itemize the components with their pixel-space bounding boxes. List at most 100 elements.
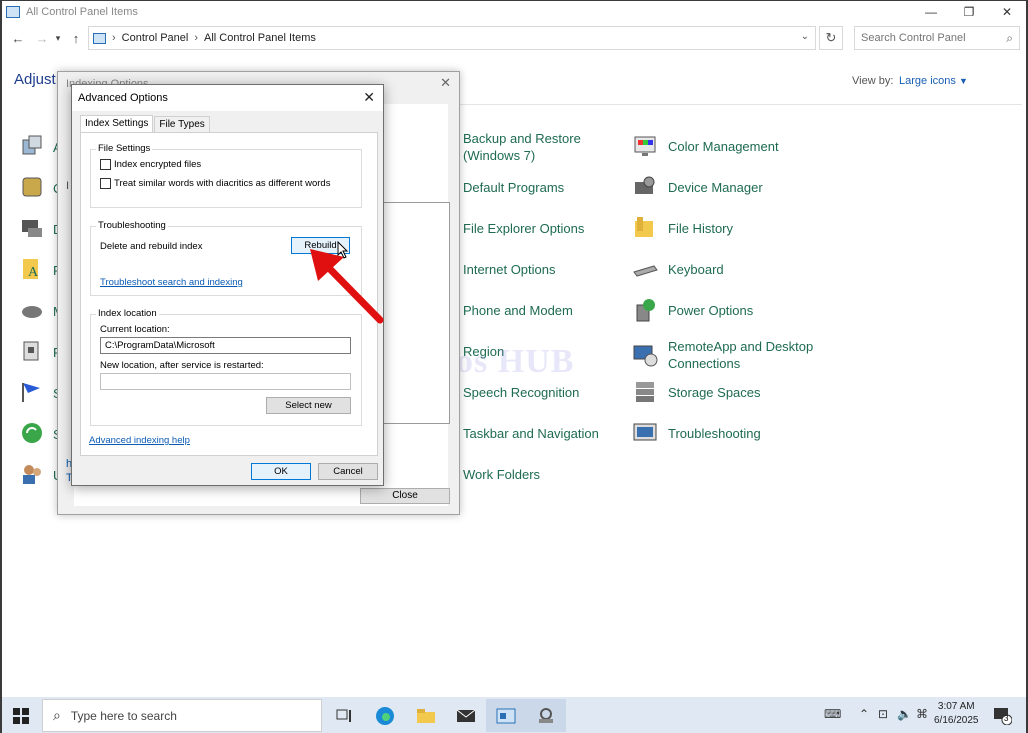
control-panel-taskbar-icon[interactable]: [486, 699, 526, 732]
edge-browser-icon[interactable]: [365, 699, 405, 732]
troubleshoot-search-link[interactable]: Troubleshoot search and indexing: [100, 277, 243, 288]
view-by-dropdown[interactable]: Large icons ▼: [899, 75, 968, 87]
new-location-field: [100, 373, 351, 390]
ok-button[interactable]: OK: [251, 463, 311, 480]
chevron-up-icon[interactable]: ⌃: [859, 707, 869, 721]
file-settings-group: File Settings Index encrypted files Trea…: [90, 143, 362, 208]
checkbox-label: Treat similar words with diacritics as d…: [114, 178, 331, 189]
header-divider: [458, 104, 1022, 105]
item-storage-spaces[interactable]: Storage Spaces: [632, 379, 761, 405]
breadcrumb-separator-icon[interactable]: ›: [194, 32, 198, 44]
file-settings-legend: File Settings: [96, 143, 153, 154]
item-speech-recognition[interactable]: Speech Recognition: [463, 384, 579, 401]
tab-file-types[interactable]: File Types: [154, 116, 210, 132]
breadcrumb-all-items[interactable]: All Control Panel Items: [204, 32, 316, 44]
item-phone-modem[interactable]: Phone and Modem: [463, 302, 573, 319]
security-flag-icon[interactable]: [20, 380, 44, 404]
item-internet-options[interactable]: Internet Options: [463, 261, 556, 278]
maximize-button[interactable]: ❐: [950, 1, 988, 23]
notification-center-icon[interactable]: 3: [992, 705, 1013, 726]
network-icon[interactable]: ⊡: [878, 707, 888, 721]
advanced-indexing-help-link[interactable]: Advanced indexing help: [89, 435, 190, 446]
start-button[interactable]: [2, 697, 40, 733]
breadcrumb-control-panel[interactable]: Control Panel: [122, 32, 189, 44]
item-default-programs[interactable]: Default Programs: [463, 179, 564, 196]
clock-date: 6/16/2025: [934, 715, 979, 726]
action-center-icon[interactable]: [20, 134, 44, 158]
notification-count-badge: 3: [1004, 714, 1009, 723]
devices-icon[interactable]: [20, 216, 44, 240]
forward-arrow-icon[interactable]: →: [32, 31, 52, 46]
recent-locations-chevron-icon[interactable]: ▾: [52, 33, 64, 44]
indexing-close-button[interactable]: Close: [360, 488, 450, 504]
svg-text:A: A: [28, 265, 39, 280]
checkbox-index-encrypted[interactable]: Index encrypted files: [100, 159, 201, 170]
tab-index-settings[interactable]: Index Settings: [80, 115, 154, 133]
chevron-down-icon[interactable]: ⌄: [801, 31, 809, 42]
troubleshooting-icon: [633, 423, 657, 441]
clock-time: 3:07 AM: [937, 701, 975, 712]
checkbox-box[interactable]: [100, 178, 111, 189]
taskbar: ⌕ Type here to search ⌨ ⌃ ⊡ 🔈 ⌘ 3:07 AM …: [2, 697, 1026, 733]
search-icon: ⌕: [53, 707, 61, 723]
minimize-button[interactable]: —: [912, 1, 950, 23]
refresh-icon[interactable]: ↻: [819, 26, 843, 50]
item-work-folders[interactable]: Work Folders: [463, 466, 540, 483]
file-history-icon: [635, 217, 653, 237]
item-file-history[interactable]: File History: [632, 215, 733, 241]
cancel-button[interactable]: Cancel: [318, 463, 378, 480]
navigation-bar: ← → ▾ ↑ › Control Panel › All Control Pa…: [2, 23, 1026, 53]
address-bar[interactable]: › Control Panel › All Control Panel Item…: [88, 26, 816, 50]
item-power-options[interactable]: Power Options: [632, 297, 753, 323]
system-clock[interactable]: 3:07 AM 6/16/2025: [934, 700, 979, 728]
item-backup-restore[interactable]: Backup and Restore (Windows 7): [463, 130, 593, 164]
indexing-options-taskbar-icon[interactable]: [526, 699, 566, 732]
color-icon[interactable]: [20, 175, 44, 199]
view-by-value: Large icons: [899, 75, 956, 87]
item-remoteapp[interactable]: RemoteApp and Desktop Connections: [632, 338, 818, 372]
caret-down-icon: ▼: [958, 76, 968, 86]
close-button[interactable]: ✕: [988, 1, 1026, 23]
checkbox-box[interactable]: [100, 159, 111, 170]
language-icon[interactable]: ⌘: [916, 707, 928, 721]
volume-icon[interactable]: 🔈: [897, 707, 912, 721]
search-input[interactable]: [861, 32, 1001, 44]
task-view-icon[interactable]: [324, 699, 364, 732]
fonts-icon[interactable]: A: [20, 257, 44, 281]
mouse-icon[interactable]: [20, 298, 44, 322]
remoteapp-icon: [633, 345, 658, 367]
power-options-icon: [636, 299, 655, 322]
item-device-manager[interactable]: Device Manager: [632, 174, 763, 200]
troubleshooting-legend: Troubleshooting: [96, 220, 168, 231]
select-new-button[interactable]: Select new: [266, 397, 351, 414]
close-icon[interactable]: ✕: [440, 75, 451, 91]
desktop-screen: All Control Panel Items — ❐ ✕ ← → ▾ ↑ › …: [0, 0, 1028, 733]
mail-icon[interactable]: [446, 699, 486, 732]
checkbox-diacritics[interactable]: Treat similar words with diacritics as d…: [100, 178, 330, 189]
dialog-tabs: Index Settings File Types: [80, 115, 211, 133]
close-icon[interactable]: ✕: [363, 89, 375, 106]
item-troubleshooting[interactable]: Troubleshooting: [632, 420, 761, 446]
item-file-explorer-options[interactable]: File Explorer Options: [463, 220, 584, 237]
control-panel-icon: [6, 6, 20, 18]
window-title: All Control Panel Items: [26, 6, 138, 18]
keyboard-input-icon[interactable]: ⌨: [824, 707, 841, 721]
item-keyboard[interactable]: Keyboard: [632, 256, 724, 282]
taskbar-search[interactable]: ⌕ Type here to search: [42, 699, 322, 732]
search-icon: ⌕: [1006, 31, 1013, 45]
item-taskbar-navigation[interactable]: Taskbar and Navigation: [463, 425, 599, 442]
index-location-group: Index location Current location: C:\Prog…: [90, 308, 362, 426]
programs-icon[interactable]: [20, 339, 44, 363]
view-by-label: View by:: [852, 75, 894, 87]
user-accounts-icon[interactable]: [20, 462, 44, 486]
dialog-titlebar: Advanced Options ✕: [72, 85, 383, 111]
index-location-legend: Index location: [96, 308, 159, 319]
back-arrow-icon[interactable]: ←: [8, 31, 28, 46]
color-management-icon: [634, 136, 656, 156]
up-arrow-icon[interactable]: ↑: [66, 31, 86, 46]
breadcrumb-separator-icon[interactable]: ›: [112, 32, 116, 44]
item-color-management[interactable]: Color Management: [632, 133, 779, 159]
file-explorer-icon[interactable]: [406, 699, 446, 732]
search-box[interactable]: ⌕: [854, 26, 1020, 50]
sync-center-icon[interactable]: [20, 421, 44, 445]
